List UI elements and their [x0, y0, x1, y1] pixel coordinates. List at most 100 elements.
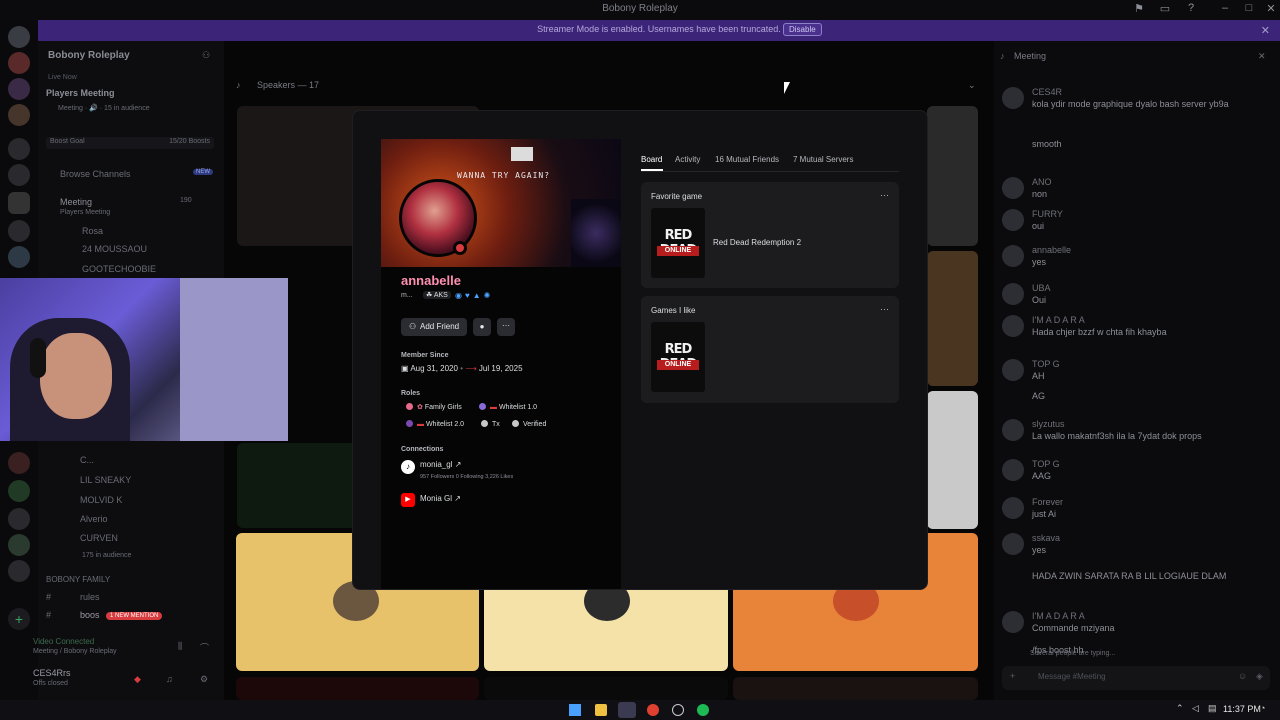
nitro-badge-icon[interactable]: ♥ [465, 291, 473, 300]
voice-user[interactable]: 24 MOUSSAOU [82, 244, 147, 254]
chat-message[interactable]: CES4R kola ydir mode graphique dyalo bash… [1002, 85, 1272, 129]
add-attachment-icon[interactable]: + [1010, 671, 1015, 681]
role-chip[interactable]: Verified [512, 420, 546, 428]
boost-goal-bar[interactable]: Boost Goal 15/20 Boosts [46, 137, 214, 149]
new-mention-badge[interactable]: 1 NEW MENTION [106, 612, 163, 620]
server-icon[interactable] [8, 138, 30, 160]
notifications-icon[interactable]: ◔ [1260, 703, 1265, 713]
user-avatar[interactable] [1002, 533, 1024, 555]
video-tile[interactable] [733, 677, 978, 700]
close-chat-icon[interactable]: ✕ [1258, 51, 1266, 62]
user-avatar[interactable] [1002, 209, 1024, 231]
meeting-channel[interactable]: Meeting [60, 197, 92, 207]
role-chip[interactable]: ✿ Family Girls [406, 403, 462, 411]
chat-message[interactable]: I'M A D A R A Hada chjer bzzf w chta fih … [1002, 313, 1272, 357]
profile-badges[interactable]: ◉♥▲✺ [455, 291, 493, 300]
windows-start-icon[interactable] [569, 704, 581, 716]
video-tile[interactable] [927, 251, 978, 386]
message-author[interactable]: FURRY [1032, 209, 1063, 219]
boost-badge-icon[interactable]: ▲ [473, 291, 484, 300]
role-chip[interactable]: Tx [481, 420, 500, 428]
user-avatar[interactable] [1002, 611, 1024, 633]
video-tile[interactable] [927, 391, 978, 529]
message-author[interactable]: ANO [1032, 177, 1052, 187]
mute-icon[interactable]: ◆ [134, 674, 141, 685]
event-title[interactable]: Players Meeting [46, 88, 115, 98]
server-icon[interactable] [8, 480, 30, 502]
voice-user[interactable]: CURVEN [80, 533, 118, 543]
category-label[interactable]: BOBONY FAMILY [46, 575, 110, 584]
user-avatar[interactable] [1002, 315, 1024, 337]
settings-app-icon[interactable] [672, 704, 684, 716]
message-author[interactable]: CES4R [1032, 87, 1062, 97]
message-author[interactable]: I'M A D A R A [1032, 315, 1085, 325]
message-author[interactable]: I'M A D A R A [1032, 611, 1085, 621]
add-server-icon[interactable]: + [8, 608, 30, 630]
message-author[interactable]: Forever [1032, 497, 1063, 507]
tab-activity[interactable]: Activity [675, 155, 700, 164]
tab-board[interactable]: Board [641, 155, 662, 164]
discord-home-icon[interactable] [8, 26, 30, 48]
server-icon[interactable] [8, 104, 30, 126]
close-icon[interactable]: ✕ [1261, 24, 1270, 37]
volume-icon[interactable]: ◁ [1192, 703, 1199, 714]
maximize-button[interactable]: □ [1238, 2, 1260, 18]
voice-user[interactable]: Rosa [82, 226, 103, 236]
chat-message[interactable]: sskava yes [1002, 531, 1272, 575]
card-menu-icon[interactable]: ··· [880, 190, 889, 200]
tray-chevron-icon[interactable]: ⌃ [1176, 703, 1184, 714]
gift-icon[interactable]: ◈ [1256, 671, 1263, 682]
add-friend-button[interactable]: ⚇ Add Friend [401, 318, 467, 336]
favorite-game-card[interactable]: Favorite game ··· RED DEAD ONLINE Red De… [641, 182, 899, 288]
close-window-button[interactable]: ✕ [1260, 2, 1280, 18]
user-avatar[interactable] [1002, 419, 1024, 441]
voice-user[interactable]: MOLVID K [80, 495, 122, 505]
help-icon[interactable]: ? [1180, 2, 1202, 18]
channel-rules[interactable]: rules [80, 592, 100, 602]
add-member-icon[interactable]: ⚇ [202, 50, 210, 61]
server-icon[interactable] [8, 452, 30, 474]
role-chip[interactable]: ▬ Whitelist 2.0 [406, 420, 464, 428]
user-avatar[interactable] [1002, 283, 1024, 305]
chrome-icon[interactable] [647, 704, 659, 716]
spotify-icon[interactable] [697, 704, 709, 716]
message-author[interactable]: TOP G [1032, 459, 1060, 469]
signal-icon[interactable]: ⫼ [178, 641, 182, 652]
message-button[interactable]: ● [473, 318, 491, 336]
tab-mutual-friends[interactable]: 16 Mutual Friends [715, 155, 779, 164]
video-tile[interactable] [927, 106, 978, 246]
user-avatar[interactable] [1002, 359, 1024, 381]
message-author[interactable]: slyzutus [1032, 419, 1065, 429]
server-name[interactable]: Bobony Roleplay [48, 50, 130, 61]
chat-message[interactable]: slyzutus La wallo makatnf3sh ila la 7ydat… [1002, 417, 1272, 461]
headphones-icon[interactable]: ♫ [166, 674, 173, 684]
server-icon[interactable] [8, 220, 30, 242]
server-icon[interactable] [8, 534, 30, 556]
username[interactable]: CES4Rrs [33, 668, 71, 678]
role-chip[interactable]: ▬ Whitelist 1.0 [479, 403, 537, 411]
server-icon[interactable] [8, 560, 30, 582]
server-icon[interactable] [8, 78, 30, 100]
user-avatar[interactable] [1002, 497, 1024, 519]
minimize-button[interactable]: – [1214, 2, 1236, 18]
message-author[interactable]: TOP G [1032, 359, 1060, 369]
hypesquad-badge-icon[interactable]: ◉ [455, 291, 465, 300]
server-icon[interactable] [8, 52, 30, 74]
video-tile[interactable] [236, 677, 479, 700]
disable-button[interactable]: Disable [783, 23, 822, 36]
file-explorer-icon[interactable] [595, 704, 607, 716]
channel-boost[interactable]: boos [80, 610, 100, 620]
quest-badge-icon[interactable]: ✺ [484, 291, 494, 300]
emoji-icon[interactable]: ☺ [1238, 671, 1247, 681]
screen-icon[interactable]: ▭ [1154, 2, 1176, 18]
user-avatar[interactable] [1002, 177, 1024, 199]
discord-taskbar-icon[interactable] [618, 702, 636, 718]
youtube-connection-link[interactable]: Monia Gl ↗ [420, 494, 461, 503]
message-author[interactable]: sskava [1032, 533, 1060, 543]
network-icon[interactable]: ▤ [1208, 703, 1217, 714]
message-author[interactable]: annabelle [1032, 245, 1071, 255]
message-input[interactable]: + Message #Meeting ☺ ◈ [1002, 666, 1270, 690]
server-icon[interactable] [8, 508, 30, 530]
video-tile[interactable] [484, 677, 728, 700]
card-menu-icon[interactable]: ··· [880, 304, 889, 314]
